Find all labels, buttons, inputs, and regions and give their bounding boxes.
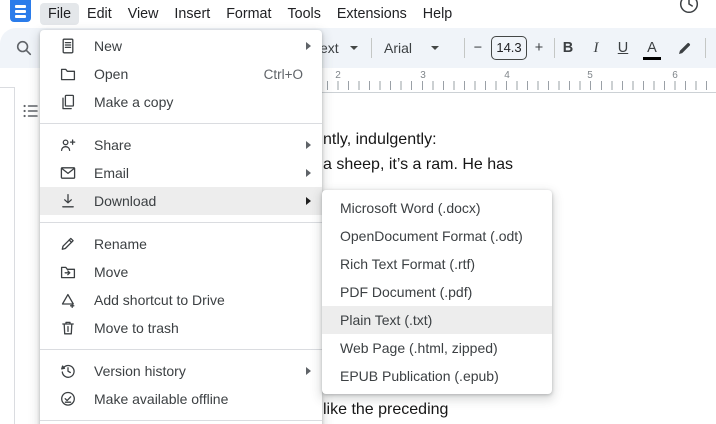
menu-file[interactable]: File [40, 3, 80, 25]
version-history-clock-icon[interactable] [678, 0, 700, 15]
document-text-line[interactable]: ntly, indulgently: [323, 131, 437, 149]
pencil-icon [59, 235, 77, 253]
menu-item-label: Version history [94, 363, 186, 379]
menu-item-download[interactable]: Download [40, 187, 322, 215]
menu-item-move[interactable]: Move [40, 258, 322, 286]
trash-icon [59, 319, 77, 337]
ruler-number: 4 [504, 70, 510, 81]
file-menu-dropdown: New Open Ctrl+O Make a copy Share Email … [40, 30, 322, 424]
menu-insert[interactable]: Insert [166, 3, 218, 25]
highlight-color-icon[interactable] [676, 39, 694, 57]
docs-logo[interactable] [10, 0, 31, 22]
menu-item-rename[interactable]: Rename [40, 230, 322, 258]
new-document-icon [59, 37, 77, 55]
person-add-icon [59, 136, 77, 154]
submenu-item-odt[interactable]: OpenDocument Format (.odt) [322, 222, 552, 250]
menu-item-email[interactable]: Email [40, 159, 322, 187]
paragraph-style-dropdown[interactable]: ext [320, 28, 339, 68]
menu-separator [40, 349, 322, 350]
menu-item-label: Move [94, 264, 129, 280]
top-bar: File Edit View Insert Format Tools Exten… [0, 0, 716, 28]
increase-font-size-button[interactable]: + [530, 28, 548, 68]
copy-icon [59, 93, 77, 111]
folder-icon [59, 65, 77, 83]
menu-item-move-to-trash[interactable]: Move to trash [40, 314, 322, 342]
google-docs-window: File Edit View Insert Format Tools Exten… [0, 0, 716, 424]
menu-item-label: Download [94, 193, 157, 209]
ruler-number: 3 [420, 70, 426, 81]
page-boundary-line [0, 87, 15, 88]
toolbar-divider [554, 38, 555, 58]
font-family-dropdown[interactable]: Arial [384, 28, 412, 68]
menu-item-make-a-copy[interactable]: Make a copy [40, 88, 322, 116]
submenu-item-pdf[interactable]: PDF Document (.pdf) [322, 278, 552, 306]
submenu-arrow-icon [306, 169, 311, 177]
download-submenu: Microsoft Word (.docx) OpenDocument Form… [322, 190, 552, 394]
menu-bar: File Edit View Insert Format Tools Exten… [40, 3, 460, 27]
menu-item-label: Rename [94, 236, 147, 252]
italic-button[interactable]: I [587, 28, 605, 68]
page-boundary-line [14, 87, 15, 424]
submenu-item-docx[interactable]: Microsoft Word (.docx) [322, 194, 552, 222]
ruler-number: 6 [672, 70, 678, 81]
menu-item-label: Make a copy [94, 94, 174, 110]
menu-item-label: Make available offline [94, 391, 229, 407]
ruler-number: 5 [587, 70, 593, 81]
underline-button[interactable]: U [614, 28, 632, 68]
submenu-item-html-zipped[interactable]: Web Page (.html, zipped) [322, 334, 552, 362]
submenu-arrow-icon [306, 42, 311, 50]
menu-item-label: Email [94, 165, 130, 181]
submenu-arrow-icon [306, 197, 311, 205]
menu-item-make-available-offline[interactable]: Make available offline [40, 385, 322, 413]
menu-edit[interactable]: Edit [79, 3, 120, 25]
bold-button[interactable]: B [559, 28, 577, 68]
document-text-line[interactable]: a sheep, it’s a ram. He has [323, 156, 513, 174]
submenu-arrow-icon [306, 141, 311, 149]
text-color-button[interactable]: A [643, 28, 661, 68]
menu-separator [40, 222, 322, 223]
history-clock-icon [59, 362, 77, 380]
search-icon[interactable] [15, 39, 33, 57]
menu-separator [40, 420, 322, 421]
document-text-line[interactable]: like the preceding [323, 401, 448, 419]
menu-item-share[interactable]: Share [40, 131, 322, 159]
menu-item-label: Move to trash [94, 320, 179, 336]
toolbar-divider [371, 38, 372, 58]
menu-item-open[interactable]: Open Ctrl+O [40, 60, 322, 88]
envelope-icon [59, 164, 77, 182]
menu-help[interactable]: Help [415, 3, 460, 25]
font-size-input[interactable]: 14.3 [491, 36, 527, 60]
toolbar-divider [464, 38, 465, 58]
submenu-item-txt[interactable]: Plain Text (.txt) [322, 306, 552, 334]
menu-item-label: Share [94, 137, 132, 153]
chevron-down-icon [431, 46, 439, 50]
menu-item-new[interactable]: New [40, 32, 322, 60]
menu-item-version-history[interactable]: Version history [40, 357, 322, 385]
submenu-arrow-icon [306, 367, 311, 375]
menu-item-label: Add shortcut to Drive [94, 292, 225, 308]
menu-item-add-shortcut-to-drive[interactable]: Add shortcut to Drive [40, 286, 322, 314]
submenu-item-epub[interactable]: EPUB Publication (.epub) [322, 362, 552, 390]
ruler-baseline [322, 92, 716, 93]
keyboard-shortcut: Ctrl+O [263, 66, 303, 82]
ruler-number: 2 [335, 70, 341, 81]
menu-format[interactable]: Format [218, 3, 279, 25]
document-outline-icon[interactable] [23, 103, 39, 119]
menu-view[interactable]: View [120, 3, 167, 25]
decrease-font-size-button[interactable]: − [469, 28, 487, 68]
chevron-down-icon [350, 46, 358, 50]
menu-extensions[interactable]: Extensions [329, 3, 415, 25]
submenu-item-rtf[interactable]: Rich Text Format (.rtf) [322, 250, 552, 278]
offline-check-icon [59, 390, 77, 408]
text-color-indicator [643, 57, 661, 60]
menu-tools[interactable]: Tools [279, 3, 328, 25]
folder-move-icon [59, 263, 77, 281]
ruler-ticks [327, 81, 716, 90]
toolbar-divider [705, 38, 706, 58]
drive-add-icon [59, 291, 77, 309]
menu-item-label: New [94, 38, 123, 54]
download-icon [59, 192, 77, 210]
menu-item-label: Open [94, 66, 129, 82]
menu-separator [40, 123, 322, 124]
